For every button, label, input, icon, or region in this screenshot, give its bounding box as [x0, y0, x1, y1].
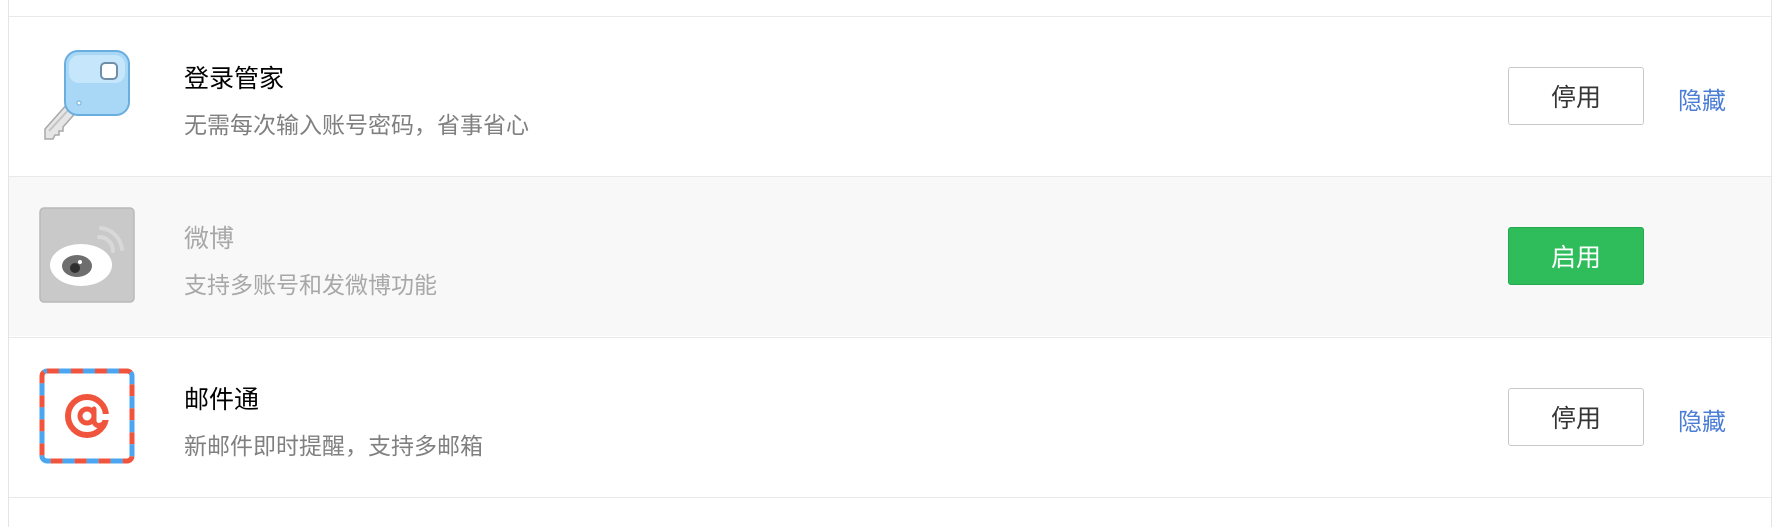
plugin-description: 新邮件即时提醒，支持多邮箱	[184, 434, 483, 460]
plugin-description: 无需每次输入账号密码，省事省心	[184, 113, 529, 139]
key-icon	[39, 47, 135, 143]
plugin-row-weibo: 微博 支持多账号和发微博功能 启用	[9, 176, 1771, 336]
mail-at-icon	[39, 368, 135, 464]
divider	[9, 497, 1771, 498]
plugin-title: 微博	[184, 224, 235, 253]
enable-button[interactable]: 启用	[1508, 227, 1644, 285]
plugin-row-mail: 邮件通 新邮件即时提醒，支持多邮箱 停用 隐藏	[9, 337, 1771, 497]
weibo-icon	[39, 207, 135, 303]
hide-link[interactable]: 隐藏	[1678, 81, 1726, 116]
disable-button[interactable]: 停用	[1508, 67, 1644, 125]
plugin-row-login-manager: 登录管家 无需每次输入账号密码，省事省心 停用 隐藏	[9, 16, 1771, 176]
plugin-title: 邮件通	[184, 385, 260, 414]
hide-link[interactable]: 隐藏	[1678, 402, 1726, 437]
plugin-description: 支持多账号和发微博功能	[184, 273, 437, 299]
plugin-list: 登录管家 无需每次输入账号密码，省事省心 停用 隐藏 微博 支持多账号和发微博功…	[8, 0, 1772, 527]
disable-button[interactable]: 停用	[1508, 388, 1644, 446]
plugin-title: 登录管家	[184, 64, 285, 93]
